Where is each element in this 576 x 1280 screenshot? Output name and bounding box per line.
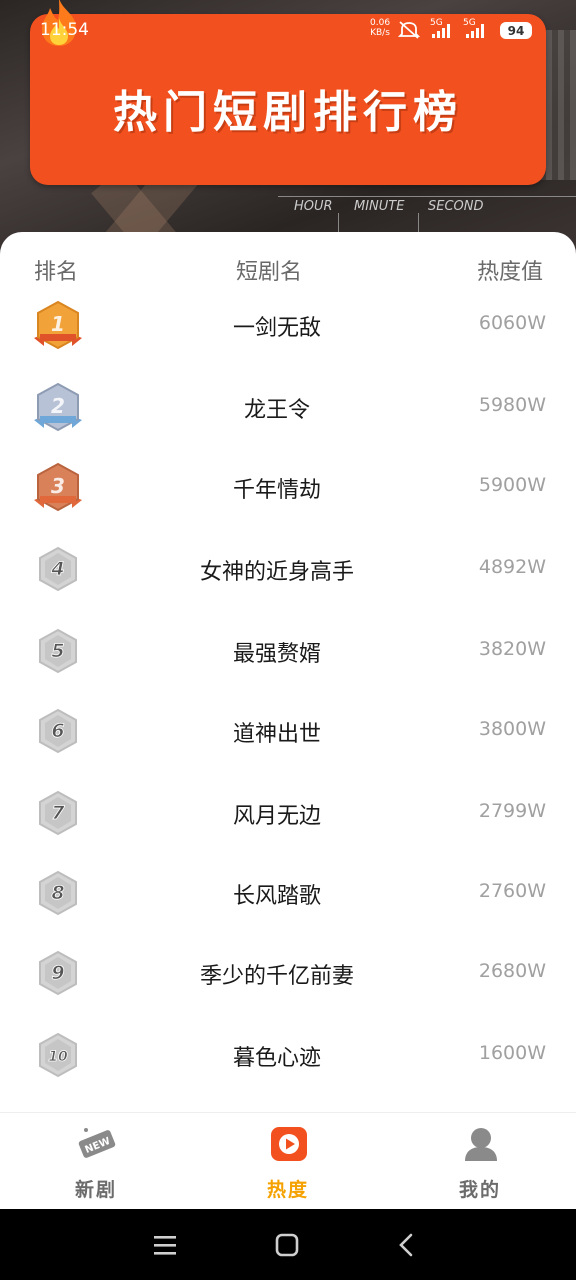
bottom-tab-bar: NEW 新剧 热度 我的 bbox=[0, 1112, 576, 1210]
drama-name: 龙王令 bbox=[243, 398, 310, 423]
svg-text:1: 1 bbox=[51, 312, 65, 336]
table-row[interactable]: 2 龙王令 5980W bbox=[0, 380, 576, 440]
svg-text:7: 7 bbox=[51, 802, 65, 824]
page-title: 热门短剧排行榜 bbox=[113, 86, 463, 138]
heat-value: 3800W bbox=[478, 718, 546, 740]
heat-value: 3820W bbox=[478, 638, 546, 660]
column-header-name: 短剧名 bbox=[236, 260, 303, 285]
tab-mine-label: 我的 bbox=[458, 1179, 501, 1201]
new-badge-icon: NEW bbox=[78, 1128, 116, 1158]
svg-text:8: 8 bbox=[51, 882, 64, 904]
rank-badge-icon: 4 bbox=[39, 546, 77, 592]
tab-mine[interactable]: 我的 bbox=[384, 1113, 576, 1210]
back-icon[interactable] bbox=[392, 1231, 422, 1259]
tab-new[interactable]: NEW 新剧 bbox=[0, 1113, 192, 1210]
drama-name: 道神出世 bbox=[232, 722, 321, 747]
table-row[interactable]: 6 道神出世 3800W bbox=[0, 704, 576, 764]
drama-name: 风月无边 bbox=[232, 804, 321, 829]
ranking-card: 排名 短剧名 热度值 1 一剑无敌 6060W 2 龙王令 5980W 3 千年情劫 5900W… bbox=[0, 232, 576, 1112]
battery-indicator: 94 bbox=[500, 22, 532, 39]
drama-name: 一剑无敌 bbox=[232, 316, 321, 341]
rank-badge-icon: 8 bbox=[39, 870, 77, 916]
user-icon bbox=[465, 1128, 497, 1161]
column-header-rank: 排名 bbox=[34, 260, 79, 285]
signal-bars-2-icon bbox=[466, 24, 484, 38]
play-icon bbox=[271, 1127, 307, 1161]
heat-value: 5980W bbox=[478, 394, 546, 416]
svg-text:6: 6 bbox=[51, 720, 64, 742]
drama-name: 长风踏歌 bbox=[232, 884, 321, 909]
drama-name: 暮色心迹 bbox=[232, 1046, 321, 1071]
heat-value: 2760W bbox=[478, 880, 546, 902]
rank-medal-icon: 2 bbox=[34, 382, 82, 432]
clock-labels: HOUR MINUTE SECOND bbox=[278, 196, 576, 243]
status-bar: 11:54 0.06 KB/s 5G 5G 94 bbox=[0, 0, 576, 60]
status-time: 11:54 bbox=[40, 20, 89, 40]
tab-hot-label: 热度 bbox=[266, 1179, 309, 1201]
tab-new-label: 新剧 bbox=[74, 1179, 117, 1201]
svg-text:9: 9 bbox=[51, 962, 64, 984]
rank-badge-icon: 10 bbox=[39, 1032, 77, 1078]
table-row[interactable]: 9 季少的千亿前妻 2680W bbox=[0, 946, 576, 1006]
svg-text:10: 10 bbox=[48, 1049, 68, 1065]
rank-medal-icon: 1 bbox=[34, 300, 82, 350]
rank-badge-icon: 9 bbox=[39, 950, 77, 996]
tab-hot[interactable]: 热度 bbox=[192, 1113, 384, 1210]
net-speed: 0.06 KB/s bbox=[370, 18, 391, 38]
heat-value: 6060W bbox=[478, 312, 546, 334]
svg-text:2: 2 bbox=[51, 394, 65, 418]
heat-value: 2799W bbox=[478, 800, 546, 822]
rank-medal-icon: 3 bbox=[34, 462, 82, 512]
mute-icon bbox=[398, 21, 420, 39]
rank-badge-icon: 6 bbox=[39, 708, 77, 754]
signal-bars-1-icon bbox=[432, 24, 450, 38]
rank-badge-icon: 7 bbox=[39, 790, 77, 836]
drama-name: 季少的千亿前妻 bbox=[199, 964, 354, 989]
table-row[interactable]: 4 女神的近身高手 4892W bbox=[0, 542, 576, 602]
drama-name: 最强赘婿 bbox=[232, 642, 321, 667]
table-row[interactable]: 7 风月无边 2799W bbox=[0, 786, 576, 846]
clock-label-hour: HOUR bbox=[294, 199, 333, 214]
home-icon[interactable] bbox=[272, 1231, 302, 1259]
table-row[interactable]: 8 长风踏歌 2760W bbox=[0, 866, 576, 926]
heat-value: 5900W bbox=[478, 474, 546, 496]
rank-badge-icon: 5 bbox=[39, 628, 77, 674]
clock-label-second: SECOND bbox=[428, 199, 484, 214]
drama-name: 女神的近身高手 bbox=[199, 560, 354, 585]
table-row[interactable]: 1 一剑无敌 6060W bbox=[0, 298, 576, 358]
svg-text:3: 3 bbox=[51, 474, 65, 498]
system-navigation-bar bbox=[0, 1209, 576, 1280]
svg-text:5: 5 bbox=[51, 640, 64, 662]
menu-icon[interactable] bbox=[150, 1231, 180, 1259]
table-row[interactable]: 10 暮色心迹 1600W bbox=[0, 1028, 576, 1088]
clock-label-minute: MINUTE bbox=[354, 199, 405, 214]
column-header-heat: 热度值 bbox=[477, 260, 544, 285]
table-row[interactable]: 5 最强赘婿 3820W bbox=[0, 624, 576, 684]
svg-text:4: 4 bbox=[50, 558, 64, 580]
heat-value: 4892W bbox=[478, 556, 546, 578]
drama-name: 千年情劫 bbox=[232, 478, 321, 503]
heat-value: 2680W bbox=[478, 960, 546, 982]
table-row[interactable]: 3 千年情劫 5900W bbox=[0, 460, 576, 520]
heat-value: 1600W bbox=[478, 1042, 546, 1064]
